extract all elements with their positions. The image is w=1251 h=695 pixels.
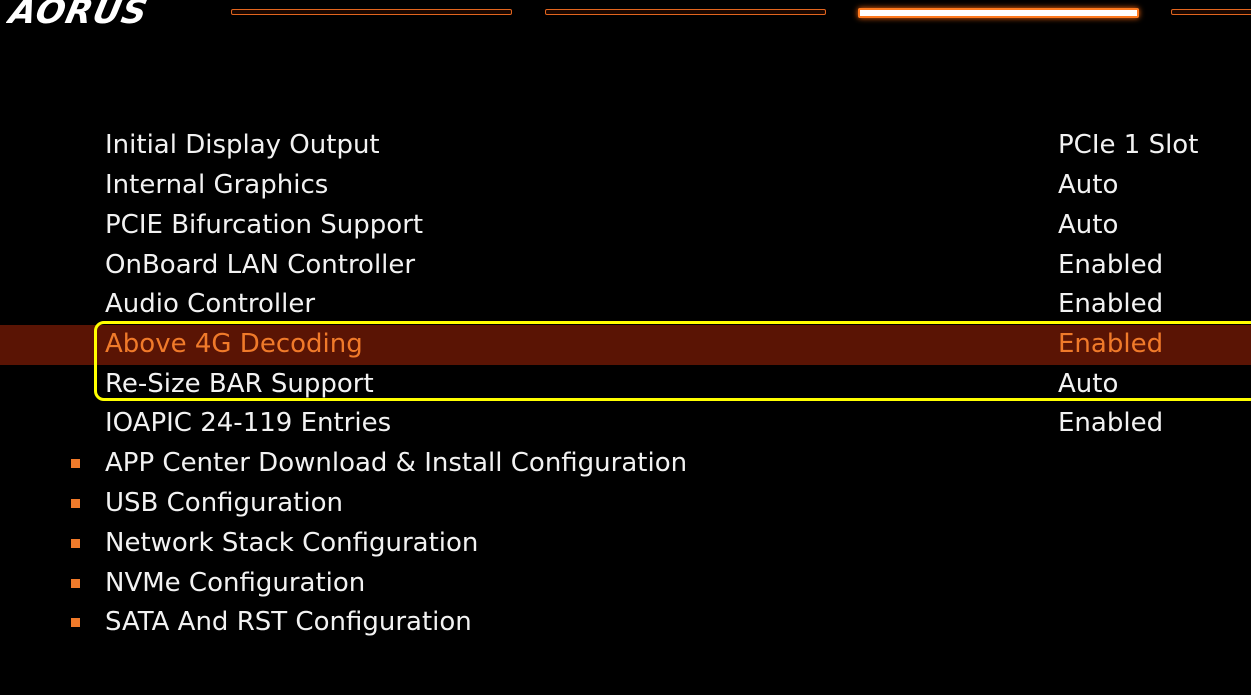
logo-text: AORUS <box>6 0 152 32</box>
setting-label: Audio Controller <box>105 289 316 319</box>
submenu-label: NVMe Configuration <box>105 568 366 598</box>
bullet-icon <box>71 579 80 588</box>
setting-row-above-4g-decoding[interactable]: Above 4G Decoding Enabled <box>0 325 1251 365</box>
setting-label: Above 4G Decoding <box>105 329 363 359</box>
submenu-label: Network Stack Configuration <box>105 528 479 558</box>
setting-label: Re-Size BAR Support <box>105 369 374 399</box>
submenu-nvme-configuration[interactable]: NVMe Configuration <box>0 564 1251 604</box>
setting-value[interactable]: Auto <box>1058 367 1118 401</box>
submenu-app-center[interactable]: APP Center Download & Install Configurat… <box>0 444 1251 484</box>
submenu-label: APP Center Download & Install Configurat… <box>105 448 688 478</box>
setting-value[interactable]: Auto <box>1058 168 1118 202</box>
tab-4[interactable] <box>1171 9 1251 15</box>
submenu-label: SATA And RST Configuration <box>105 607 472 637</box>
submenu-label: USB Configuration <box>105 488 343 518</box>
bullet-icon <box>71 499 80 508</box>
setting-row-internal-graphics[interactable]: Internal Graphics Auto <box>0 166 1251 206</box>
setting-label: OnBoard LAN Controller <box>105 250 416 280</box>
submenu-network-stack[interactable]: Network Stack Configuration <box>0 524 1251 564</box>
bullet-icon <box>71 459 80 468</box>
submenu-usb-configuration[interactable]: USB Configuration <box>0 484 1251 524</box>
tab-3-active[interactable] <box>858 8 1139 18</box>
setting-value[interactable]: Enabled <box>1058 287 1163 321</box>
setting-value[interactable]: Auto <box>1058 208 1118 242</box>
setting-label: IOAPIC 24-119 Entries <box>105 408 392 438</box>
bullet-icon <box>71 618 80 627</box>
setting-value[interactable]: PCIe 1 Slot <box>1058 128 1198 162</box>
tab-2[interactable] <box>545 9 826 15</box>
bullet-icon <box>71 539 80 548</box>
setting-row-audio-controller[interactable]: Audio Controller Enabled <box>0 285 1251 325</box>
setting-row-initial-display-output[interactable]: Initial Display Output PCIe 1 Slot <box>0 126 1251 166</box>
aorus-logo: AORUS <box>6 0 176 40</box>
setting-label: Internal Graphics <box>105 170 329 200</box>
tab-1[interactable] <box>231 9 512 15</box>
setting-value[interactable]: Enabled <box>1058 248 1163 282</box>
setting-row-resize-bar-support[interactable]: Re-Size BAR Support Auto <box>0 365 1251 405</box>
setting-row-pcie-bifurcation-support[interactable]: PCIE Bifurcation Support Auto <box>0 206 1251 246</box>
setting-label: Initial Display Output <box>105 130 380 160</box>
setting-row-ioapic-entries[interactable]: IOAPIC 24-119 Entries Enabled <box>0 404 1251 444</box>
setting-row-onboard-lan-controller[interactable]: OnBoard LAN Controller Enabled <box>0 246 1251 286</box>
setting-label: PCIE Bifurcation Support <box>105 210 424 240</box>
setting-value[interactable]: Enabled <box>1058 406 1163 440</box>
submenu-sata-rst[interactable]: SATA And RST Configuration <box>0 603 1251 643</box>
setting-value[interactable]: Enabled <box>1058 327 1163 361</box>
